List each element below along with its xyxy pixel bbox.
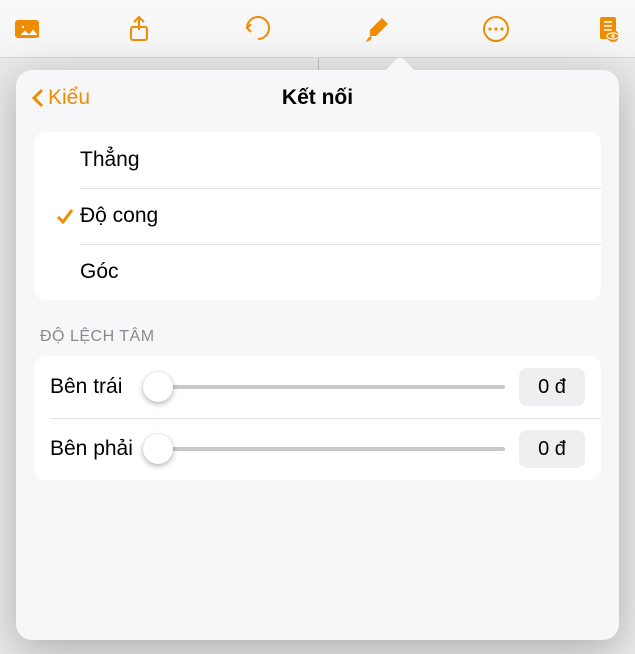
connection-option-corner[interactable]: Góc <box>34 244 601 300</box>
connection-type-list: Thẳng Độ cong Góc <box>34 132 601 300</box>
option-label: Thẳng <box>80 148 140 172</box>
popover-title: Kết nối <box>282 86 353 110</box>
offset-section-title: ĐỘ LỆCH TÂM <box>40 328 595 346</box>
offset-right-slider[interactable] <box>158 447 505 451</box>
slider-thumb[interactable] <box>143 372 173 402</box>
offset-right-value[interactable]: 0 đ <box>519 430 585 468</box>
document-settings-icon[interactable] <box>585 0 631 58</box>
format-brush-icon[interactable] <box>333 0 421 58</box>
photos-icon[interactable] <box>4 0 50 58</box>
checkmark-icon <box>50 206 80 226</box>
popover-header: Kiểu Kết nối <box>16 70 619 126</box>
share-icon[interactable] <box>95 0 183 58</box>
offset-left-row: Bên trái 0 đ <box>34 356 601 418</box>
top-toolbar <box>0 0 635 58</box>
offset-right-row: Bên phải 0 đ <box>34 418 601 480</box>
connection-option-straight[interactable]: Thẳng <box>34 132 601 188</box>
connection-option-curve[interactable]: Độ cong <box>34 188 601 244</box>
offset-slider-group: Bên trái 0 đ Bên phải 0 đ <box>34 356 601 480</box>
offset-left-value[interactable]: 0 đ <box>519 368 585 406</box>
offset-left-slider[interactable] <box>158 385 505 389</box>
back-label: Kiểu <box>48 86 90 110</box>
undo-icon[interactable] <box>214 0 302 58</box>
option-label: Góc <box>80 260 119 284</box>
offset-right-label: Bên phải <box>50 437 144 461</box>
format-popover: Kiểu Kết nối Thẳng Độ cong Góc ĐỘ LỆCH T… <box>16 70 619 640</box>
more-icon[interactable] <box>452 0 540 58</box>
slider-thumb[interactable] <box>143 434 173 464</box>
offset-left-label: Bên trái <box>50 375 144 399</box>
back-button[interactable]: Kiểu <box>24 70 96 126</box>
option-label: Độ cong <box>80 204 158 228</box>
chevron-left-icon <box>30 87 46 109</box>
